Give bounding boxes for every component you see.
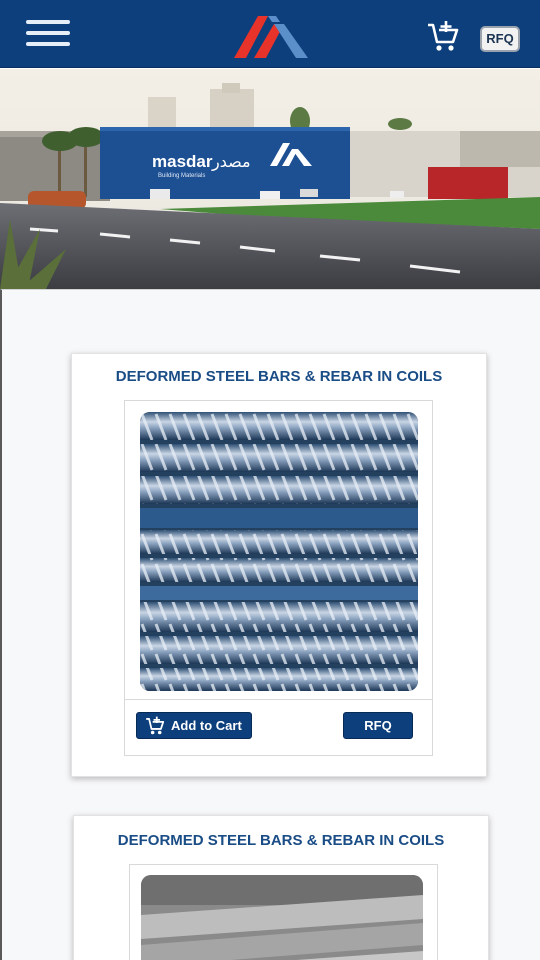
add-to-cart-label: Add to Cart [171,718,242,733]
product-title[interactable]: DEFORMED STEEL BARS & REBAR IN COILS [72,368,486,385]
hero-banner: masdar مصدر Building Materials [0,69,540,289]
product-card: DEFORMED STEEL BARS & REBAR IN COILS [71,353,487,777]
steel-rebar-image [140,412,418,691]
steel-rebar-image [141,875,423,960]
product-image-frame [124,400,433,700]
product-image[interactable] [140,412,418,691]
product-title[interactable]: DEFORMED STEEL BARS & REBAR IN COILS [74,832,488,849]
product-list: DEFORMED STEEL BARS & REBAR IN COILS Add… [0,289,540,960]
add-to-cart-button[interactable]: Add to Cart [136,712,252,739]
masdar-logo-icon[interactable] [232,10,310,62]
product-card: DEFORMED STEEL BARS & REBAR IN COILS [73,815,489,960]
product-rfq-button[interactable]: RFQ [343,712,413,739]
brand-text: masdar [152,152,213,171]
add-to-cart-icon [146,716,165,734]
brand-arabic: مصدر [211,152,251,172]
app-header: RFQ [0,0,540,68]
card-action-row: Add to Cart RFQ [124,700,433,756]
storefront-photo: masdar مصدر Building Materials [0,69,540,289]
rfq-button[interactable]: RFQ [480,26,520,52]
add-to-cart-icon[interactable] [426,20,460,54]
brand-subtitle: Building Materials [158,173,205,179]
hamburger-menu-icon[interactable] [26,20,72,52]
product-image[interactable] [141,875,423,960]
product-image-frame [129,864,438,960]
